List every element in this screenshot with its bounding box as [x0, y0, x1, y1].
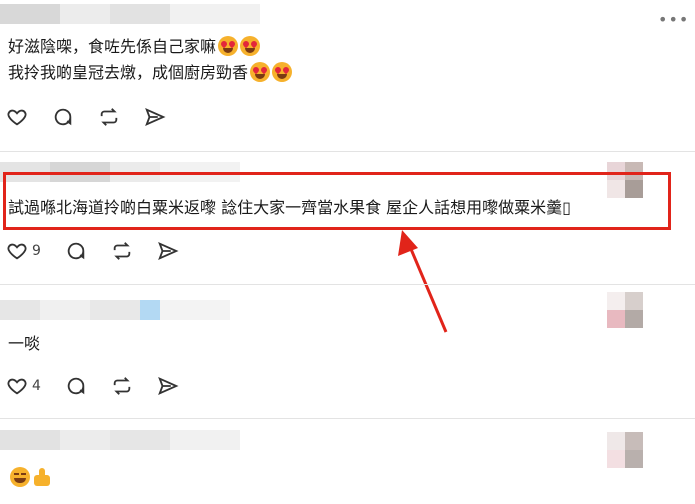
repost-icon — [113, 377, 131, 395]
repost-button[interactable] — [111, 240, 133, 262]
like-count: 9 — [32, 243, 41, 259]
blurred-username — [0, 300, 230, 320]
avatar[interactable] — [607, 432, 643, 468]
more-options-icon[interactable]: ••• — [658, 12, 689, 28]
comment-text-line: 我拎我啲皇冠去燉，成個廚房勁香 — [8, 61, 293, 85]
comment-text-line: 好滋陰㗎，食咗先係自己家嘛 — [8, 35, 261, 59]
heart-icon — [7, 109, 27, 126]
joy-emoji — [10, 467, 30, 487]
like-button[interactable]: 4 — [6, 375, 41, 397]
share-button[interactable] — [144, 106, 166, 128]
comment-text: 一啖 — [8, 334, 41, 353]
like-button[interactable] — [6, 106, 28, 128]
comment-icon — [54, 108, 72, 126]
like-count: 4 — [32, 378, 41, 394]
thumbs-up-emoji — [32, 467, 52, 487]
repost-button[interactable] — [98, 106, 120, 128]
highlight-annotation-box — [3, 172, 671, 230]
repost-button[interactable] — [111, 375, 133, 397]
post-actions — [6, 106, 190, 128]
share-button[interactable] — [157, 375, 179, 397]
heart-icon — [7, 378, 27, 395]
reply-button[interactable] — [52, 106, 74, 128]
annotation-arrow-icon — [398, 230, 448, 333]
share-button[interactable] — [157, 240, 179, 262]
divider — [0, 418, 695, 419]
avatar[interactable] — [607, 292, 643, 328]
heart-eyes-emoji — [218, 36, 239, 56]
divider — [0, 284, 695, 285]
heart-eyes-emoji — [272, 62, 293, 82]
share-icon — [145, 107, 166, 127]
heart-icon — [7, 243, 27, 260]
heart-eyes-emoji — [240, 36, 261, 56]
repost-icon — [100, 108, 118, 126]
post-actions: 9 — [6, 240, 203, 262]
reply-button[interactable] — [65, 375, 87, 397]
heart-eyes-emoji — [250, 62, 271, 82]
like-button[interactable]: 9 — [6, 240, 41, 262]
share-icon — [158, 376, 179, 396]
divider — [0, 151, 695, 152]
comment-emojis — [8, 466, 52, 490]
post-actions: 4 — [6, 375, 203, 397]
blurred-username — [0, 430, 240, 450]
comment-icon — [67, 242, 85, 260]
repost-icon — [113, 242, 131, 260]
blurred-username — [0, 4, 260, 24]
share-icon — [158, 241, 179, 261]
comment-icon — [67, 377, 85, 395]
reply-button[interactable] — [65, 240, 87, 262]
